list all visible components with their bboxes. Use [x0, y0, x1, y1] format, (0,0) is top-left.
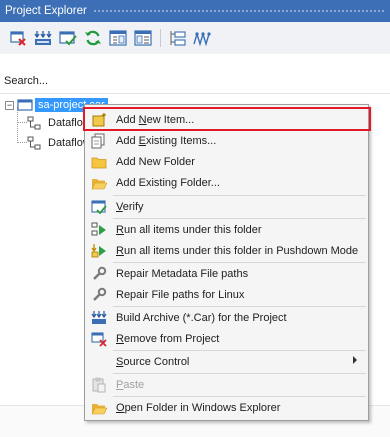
build-archive-icon: [91, 310, 107, 326]
menu-label: Paste: [116, 378, 145, 391]
menu-item-build-archive[interactable]: Build Archive (*.Car) for the Project: [87, 307, 366, 328]
menu-item-paste: Paste: [87, 374, 366, 395]
properties-button[interactable]: [167, 28, 187, 48]
new-folder-icon: [91, 154, 107, 170]
build-archive-icon: [34, 31, 52, 45]
menu-label: Source Control: [116, 355, 190, 368]
open-folder-icon: [91, 400, 107, 416]
menu-item-add-new-folder[interactable]: Add New Folder: [87, 151, 366, 172]
menu-icon-placeholder: [91, 354, 107, 370]
menu-label: Run all items under this folder in Pushd…: [116, 244, 359, 257]
menu-item-open-folder[interactable]: Open Folder in Windows Explorer: [87, 397, 366, 418]
toolbar-separator: [160, 29, 161, 47]
search-row: [0, 54, 390, 94]
verify-icon: [91, 199, 107, 215]
panel-title: Project Explorer: [5, 5, 87, 17]
paste-icon: [91, 377, 107, 393]
menu-label: Run all items under this folder: [116, 223, 262, 236]
context-menu: Add New Item... Add Existing Items... Ad…: [84, 104, 369, 421]
menu-item-repair-linux[interactable]: Repair File paths for Linux: [87, 284, 366, 305]
submenu-arrow-icon: [353, 356, 357, 364]
menu-item-add-existing-items[interactable]: Add Existing Items...: [87, 130, 366, 151]
refresh-icon: [85, 30, 101, 46]
build-archive-button[interactable]: [33, 28, 53, 48]
menu-label: Repair File paths for Linux: [116, 288, 245, 301]
collapse-all-button[interactable]: [108, 28, 128, 48]
project-icon: [17, 99, 33, 111]
dependencies-icon: [193, 31, 211, 47]
remove-icon: [10, 31, 26, 46]
title-bar-grip[interactable]: [92, 8, 386, 14]
menu-item-add-existing-folder[interactable]: Add Existing Folder...: [87, 172, 366, 193]
menu-item-repair-metadata[interactable]: Repair Metadata File paths: [87, 263, 366, 284]
menu-label: Add Existing Items...: [116, 134, 217, 147]
menu-label: Remove from Project: [116, 332, 220, 345]
run-all-icon: [91, 222, 107, 238]
tree-connector: [17, 142, 27, 143]
dataflow-icon: [27, 136, 41, 150]
collapse-all-icon: [109, 30, 127, 46]
expand-all-button[interactable]: [133, 28, 153, 48]
dependencies-button[interactable]: [192, 28, 212, 48]
menu-label: Open Folder in Windows Explorer: [116, 401, 281, 414]
panel-title-bar: Project Explorer: [0, 0, 390, 22]
dataflow-icon: [27, 116, 41, 130]
remove-button[interactable]: [8, 28, 28, 48]
collapse-toggle[interactable]: −: [5, 100, 14, 110]
expand-all-icon: [134, 30, 152, 46]
highlight-box: [83, 107, 371, 131]
tree-connector: [17, 122, 27, 123]
menu-label: Add New Folder: [116, 155, 195, 168]
verify-icon: [59, 31, 77, 46]
repair-linux-icon: [91, 287, 107, 303]
remove-icon: [91, 331, 107, 347]
refresh-button[interactable]: [83, 28, 103, 48]
toolbar: [0, 22, 390, 54]
repair-metadata-icon: [91, 266, 107, 282]
menu-label: Verify: [116, 200, 144, 213]
menu-label: Build Archive (*.Car) for the Project: [116, 311, 287, 324]
add-existing-items-icon: [91, 133, 107, 149]
properties-icon: [170, 31, 186, 46]
menu-item-source-control[interactable]: Source Control: [87, 351, 366, 372]
menu-label: Repair Metadata File paths: [116, 267, 249, 280]
run-pushdown-icon: [91, 243, 107, 259]
menu-item-remove[interactable]: Remove from Project: [87, 328, 366, 349]
menu-item-verify[interactable]: Verify: [87, 196, 366, 217]
menu-label: Add Existing Folder...: [116, 176, 220, 189]
menu-item-run-pushdown[interactable]: Run all items under this folder in Pushd…: [87, 240, 366, 261]
search-input[interactable]: [4, 72, 384, 90]
existing-folder-icon: [91, 175, 107, 191]
verify-button[interactable]: [58, 28, 78, 48]
menu-item-run-all[interactable]: Run all items under this folder: [87, 219, 366, 240]
